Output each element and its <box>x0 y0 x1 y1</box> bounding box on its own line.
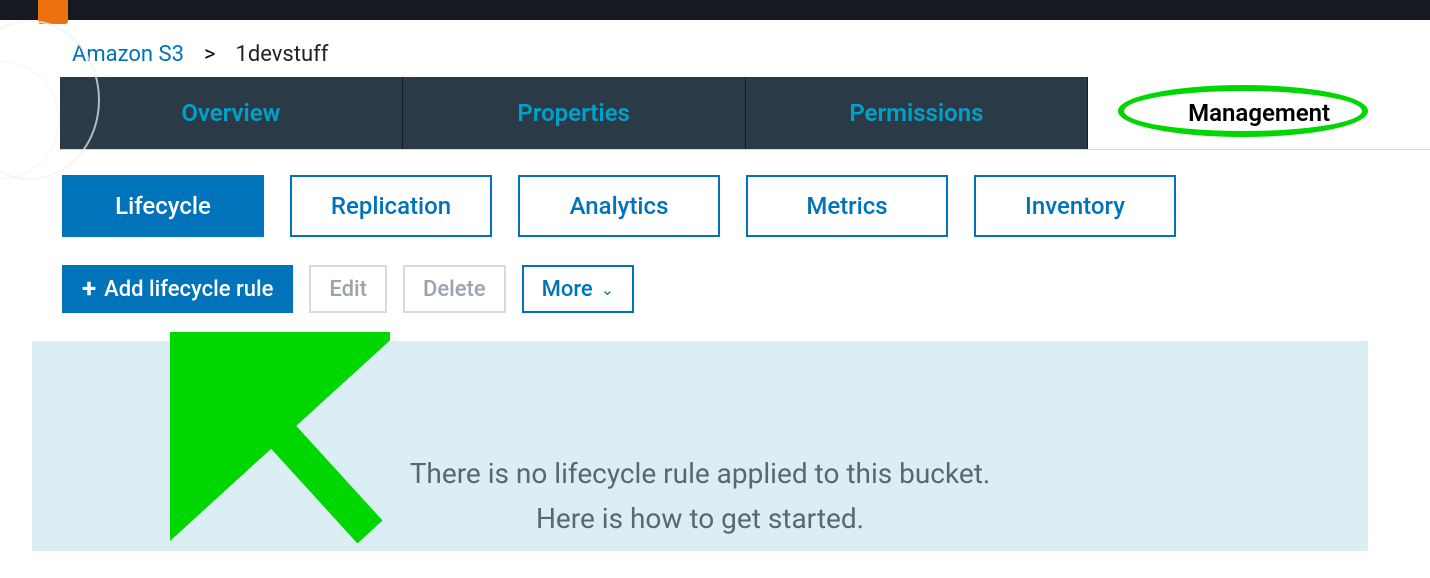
tab-overview[interactable]: Overview <box>60 77 403 149</box>
management-subtabs: Lifecycle Replication Analytics Metrics … <box>0 150 1430 237</box>
tab-management[interactable]: Management <box>1088 77 1430 149</box>
top-nav-bar <box>0 0 1430 20</box>
chevron-right-icon: > <box>204 42 216 67</box>
plus-icon: + <box>82 276 96 302</box>
breadcrumb: Amazon S3 > 1devstuff <box>0 20 1430 77</box>
breadcrumb-current: 1devstuff <box>235 42 328 67</box>
chevron-down-icon: ⌄ <box>601 280 614 299</box>
add-button-label: Add lifecycle rule <box>104 277 273 302</box>
empty-state-panel: There is no lifecycle rule applied to th… <box>32 341 1368 551</box>
delete-button: Delete <box>403 265 506 313</box>
edit-button: Edit <box>309 265 387 313</box>
add-lifecycle-rule-button[interactable]: + Add lifecycle rule <box>62 265 293 313</box>
action-bar: + Add lifecycle rule Edit Delete More ⌄ <box>0 237 1430 313</box>
subtab-lifecycle[interactable]: Lifecycle <box>62 175 264 237</box>
tab-permissions[interactable]: Permissions <box>746 77 1089 149</box>
more-button[interactable]: More ⌄ <box>522 265 635 313</box>
subtab-inventory[interactable]: Inventory <box>974 175 1176 237</box>
empty-state-line1: There is no lifecycle rule applied to th… <box>410 457 991 490</box>
empty-state-line2: Here is how to get started. <box>536 502 864 535</box>
more-button-label: More <box>542 277 593 302</box>
tab-properties[interactable]: Properties <box>403 77 746 149</box>
subtab-metrics[interactable]: Metrics <box>746 175 948 237</box>
tab-management-label: Management <box>1188 99 1330 127</box>
subtab-replication[interactable]: Replication <box>290 175 492 237</box>
main-tabs: Overview Properties Permissions Manageme… <box>60 77 1430 150</box>
subtab-analytics[interactable]: Analytics <box>518 175 720 237</box>
